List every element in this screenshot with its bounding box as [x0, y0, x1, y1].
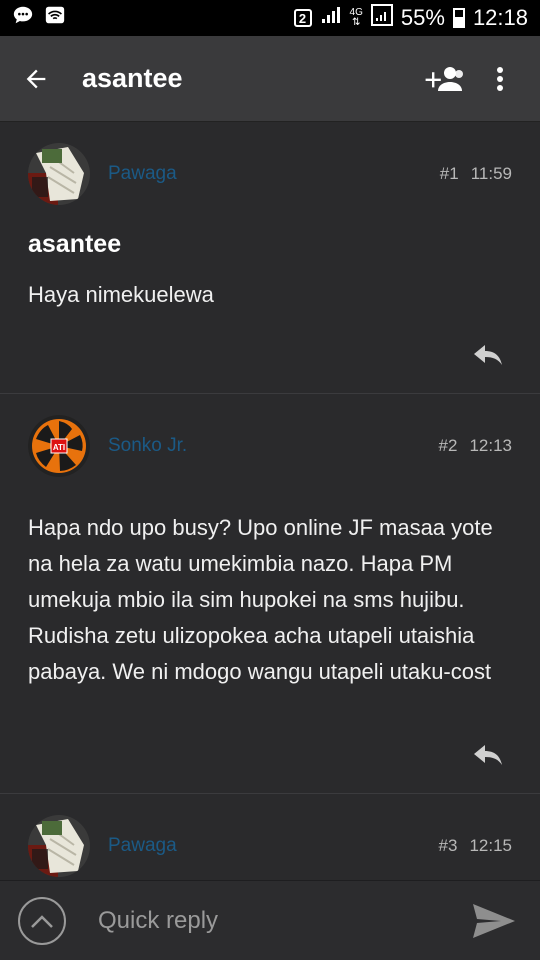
network-type: 4G ⇅ [349, 7, 363, 28]
post-body: Haya nimekuelewa [28, 282, 214, 307]
send-icon[interactable] [466, 897, 522, 945]
author-name[interactable]: Pawaga [108, 163, 440, 185]
battery-percent: 55% [400, 5, 445, 30]
arrow-left-icon[interactable] [20, 63, 52, 95]
post-time: 12:15 [469, 836, 512, 855]
reply-icon[interactable] [468, 735, 508, 775]
post-time: 12:13 [469, 436, 512, 455]
post-time: 11:59 [470, 164, 512, 183]
reply-icon[interactable] [468, 335, 508, 375]
svg-text:ATI: ATI [53, 443, 65, 452]
quick-reply-bar [0, 880, 540, 960]
author-name[interactable]: Sonko Jr. [108, 435, 439, 457]
wifi-icon [44, 4, 66, 32]
clock: 12:18 [472, 5, 528, 30]
avatar[interactable]: ATI [28, 415, 90, 477]
quick-reply-input[interactable] [98, 906, 466, 935]
avatar[interactable] [28, 815, 90, 877]
avatar[interactable] [28, 143, 90, 205]
add-user-icon[interactable] [420, 55, 468, 103]
more-vert-icon[interactable] [476, 55, 524, 103]
chevron-up-icon[interactable] [18, 896, 66, 945]
post-list: Pawaga #1 11:59 asantee Haya nimekuelewa [0, 122, 540, 880]
post-item: Pawaga #1 11:59 asantee Haya nimekuelewa [0, 122, 540, 394]
post-number[interactable]: #3 [439, 836, 458, 856]
post-item: Pawaga #3 12:15 [0, 794, 540, 880]
author-name[interactable]: Pawaga [108, 835, 439, 857]
post-body: Hapa ndo upo busy? Upo online JF masaa y… [28, 515, 493, 684]
status-bar: 2 4G ⇅ 55% 12:18 [0, 0, 540, 36]
signal-icon [320, 5, 342, 31]
app-bar: asantee [0, 36, 540, 122]
battery-icon [452, 8, 465, 28]
page-title: asantee [82, 63, 183, 93]
post-number[interactable]: #1 [440, 164, 459, 184]
post-number[interactable]: #2 [439, 436, 458, 456]
post-item: ATI Sonko Jr. #2 12:13 Hapa ndo upo busy… [0, 394, 540, 794]
signal-box-icon [370, 4, 393, 32]
sim-badge: 2 [293, 9, 312, 27]
post-title: asantee [28, 230, 122, 258]
chat-icon [12, 4, 34, 32]
